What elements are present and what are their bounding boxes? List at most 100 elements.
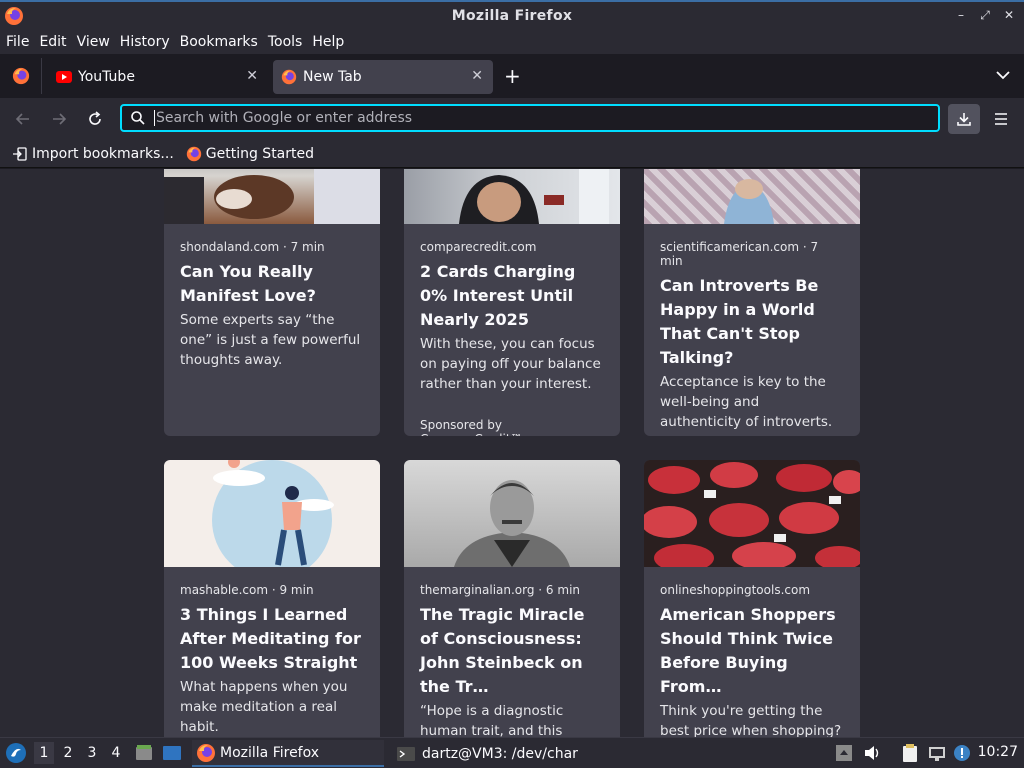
- story-source: scientificamerican.com · 7 min: [660, 240, 819, 268]
- story-headline: Can You Really Manifest Love?: [180, 262, 316, 305]
- firefox-icon: [186, 146, 202, 162]
- story-image: [644, 169, 860, 224]
- terminal-icon: [397, 746, 415, 761]
- story-headline: The Tragic Miracle of Consciousness: Joh…: [420, 605, 585, 696]
- workspace-3[interactable]: 3: [82, 742, 102, 764]
- story-source: themarginalian.org · 6 min: [420, 583, 581, 597]
- url-input[interactable]: [154, 110, 914, 126]
- firefox-view-button[interactable]: [0, 58, 42, 94]
- story-excerpt: Think you're getting the best price when…: [660, 703, 842, 737]
- story-excerpt: With these, you can focus on paying off …: [420, 336, 601, 392]
- bookmarks-toolbar: Import bookmarks... Getting Started: [0, 140, 1024, 168]
- volume-icon[interactable]: [862, 743, 882, 763]
- reload-button[interactable]: [84, 108, 106, 130]
- story-excerpt: Acceptance is key to the well-being and …: [660, 374, 833, 430]
- download-icon: [957, 113, 971, 126]
- navigation-toolbar: [0, 98, 1024, 140]
- story-card[interactable]: shondaland.com · 7 min Can You Really Ma…: [164, 169, 380, 436]
- story-headline: 2 Cards Charging 0% Interest Until Nearl…: [420, 262, 576, 329]
- bookmark-label: Getting Started: [205, 145, 315, 162]
- story-image: [404, 460, 620, 567]
- sponsor-label: Sponsored by CompareCredit™: [420, 418, 523, 436]
- firefox-icon: [197, 743, 215, 762]
- firefox-view-icon: [12, 67, 29, 85]
- tab-label: New Tab: [303, 69, 362, 85]
- scroll-up-icon[interactable]: [834, 743, 854, 763]
- back-button[interactable]: [12, 108, 34, 130]
- import-icon: [12, 146, 28, 162]
- window-title: Mozilla Firefox: [451, 8, 573, 24]
- new-tab-button[interactable]: +: [504, 64, 521, 88]
- firefox-icon: [5, 7, 23, 25]
- story-headline: 3 Things I Learned After Meditating for …: [180, 605, 361, 672]
- network-icon[interactable]: [927, 743, 947, 763]
- address-bar[interactable]: [120, 104, 940, 132]
- new-tab-page: shondaland.com · 7 min Can You Really Ma…: [0, 169, 1024, 737]
- tab-youtube[interactable]: YouTube ✕: [48, 60, 268, 94]
- story-card[interactable]: themarginalian.org · 6 min The Tragic Mi…: [404, 460, 620, 737]
- task-label: dartz@VM3: /dev/char: [422, 745, 578, 762]
- bookmark-label: Import bookmarks...: [32, 145, 174, 162]
- restore-button[interactable]: ⤢: [978, 8, 992, 23]
- arrow-right-icon: [53, 113, 67, 125]
- task-firefox[interactable]: Mozilla Firefox: [192, 740, 384, 767]
- menu-help[interactable]: Help: [312, 34, 344, 50]
- search-icon: [131, 111, 145, 125]
- file-manager-icon[interactable]: [134, 743, 154, 763]
- clock: 10:27: [977, 744, 1018, 760]
- forward-button[interactable]: [48, 108, 70, 130]
- menu-view[interactable]: View: [77, 34, 110, 50]
- task-terminal[interactable]: dartz@VM3: /dev/char: [392, 740, 592, 767]
- firefox-icon: [281, 69, 297, 85]
- minimize-button[interactable]: –: [954, 8, 968, 23]
- window-titlebar: Mozilla Firefox – ⤢ ✕: [0, 0, 1024, 30]
- story-card[interactable]: mashable.com · 9 min 3 Things I Learned …: [164, 460, 380, 737]
- bookmark-getting-started[interactable]: Getting Started: [186, 146, 314, 162]
- story-card[interactable]: onlineshoppingtools.com American Shopper…: [644, 460, 860, 737]
- clipboard-icon[interactable]: [900, 743, 920, 763]
- story-image: [644, 460, 860, 567]
- workspace-1[interactable]: 1: [34, 742, 54, 764]
- menu-edit[interactable]: Edit: [39, 34, 66, 50]
- desktop-taskbar: 1 2 3 4 Mozilla Firefox dartz@VM3: /dev/…: [0, 737, 1024, 768]
- workspace-2[interactable]: 2: [58, 742, 78, 764]
- menu-tools[interactable]: Tools: [268, 34, 303, 50]
- chevron-down-icon[interactable]: [994, 66, 1012, 84]
- story-source: shondaland.com · 7 min: [180, 240, 325, 254]
- close-window-button[interactable]: ✕: [1002, 8, 1016, 23]
- workspace-4[interactable]: 4: [106, 742, 126, 764]
- tab-new-tab[interactable]: New Tab ✕: [273, 60, 493, 94]
- story-image: [404, 169, 620, 224]
- menu-bookmarks[interactable]: Bookmarks: [180, 34, 258, 50]
- menu-file[interactable]: File: [6, 34, 29, 50]
- story-excerpt: “Hope is a diagnostic human trait, and t…: [420, 703, 564, 737]
- story-image: [164, 169, 380, 224]
- story-card[interactable]: comparecredit.com 2 Cards Charging 0% In…: [404, 169, 620, 436]
- show-desktop-icon[interactable]: [162, 743, 182, 763]
- menu-bar: File Edit View History Bookmarks Tools H…: [0, 30, 1024, 54]
- story-source: mashable.com · 9 min: [180, 583, 314, 597]
- story-source: onlineshoppingtools.com: [660, 583, 811, 597]
- arrow-left-icon: [15, 113, 29, 125]
- youtube-icon: [56, 69, 72, 85]
- close-tab-icon[interactable]: ✕: [471, 68, 483, 84]
- story-card[interactable]: scientificamerican.com · 7 min Can Intro…: [644, 169, 860, 436]
- update-notification-icon[interactable]: [952, 743, 972, 763]
- tab-strip: YouTube ✕ New Tab ✕ +: [0, 54, 1024, 98]
- hamburger-menu-icon: [995, 113, 1007, 125]
- tab-label: YouTube: [78, 69, 135, 85]
- story-headline: American Shoppers Should Think Twice Bef…: [660, 605, 836, 696]
- downloads-button[interactable]: [948, 104, 980, 134]
- start-menu-icon[interactable]: [5, 742, 27, 764]
- story-image: [164, 460, 380, 567]
- story-excerpt: What happens when you make meditation a …: [180, 679, 348, 735]
- story-headline: Can Introverts Be Happy in a World That …: [660, 276, 819, 367]
- bookmark-import[interactable]: Import bookmarks...: [12, 146, 174, 162]
- story-excerpt: Some experts say “the one” is just a few…: [180, 312, 361, 368]
- app-menu-button[interactable]: [990, 108, 1012, 130]
- task-label: Mozilla Firefox: [220, 744, 320, 761]
- menu-history[interactable]: History: [120, 34, 170, 50]
- story-source: comparecredit.com: [420, 240, 537, 254]
- reload-icon: [89, 111, 101, 125]
- close-tab-icon[interactable]: ✕: [246, 68, 258, 84]
